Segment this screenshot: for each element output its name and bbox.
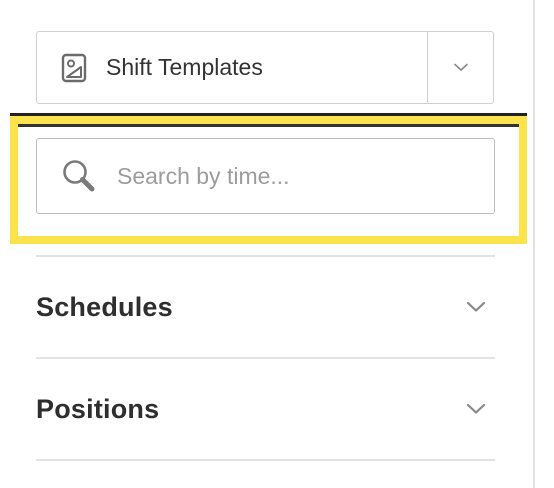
section-title-positions: Positions — [36, 393, 160, 424]
divider — [36, 459, 495, 461]
section-positions[interactable]: Positions — [36, 359, 495, 459]
template-image-icon — [59, 52, 89, 84]
search-icon — [61, 158, 97, 194]
section-title-schedules: Schedules — [36, 291, 173, 322]
shift-templates-label: Shift Templates — [106, 54, 263, 80]
chevron-down-icon — [463, 401, 489, 417]
panel-border — [533, 0, 535, 488]
sidebar-panel: Shift Templates Schedules — [0, 0, 554, 488]
search-box — [36, 138, 495, 214]
shift-templates-dropdown: Shift Templates — [36, 31, 494, 104]
shift-templates-toggle[interactable] — [427, 32, 493, 103]
chevron-down-icon — [453, 59, 468, 77]
shift-templates-button[interactable]: Shift Templates — [37, 32, 427, 103]
search-input[interactable] — [115, 161, 459, 191]
section-schedules[interactable]: Schedules — [36, 257, 495, 357]
chevron-down-icon — [463, 299, 489, 315]
